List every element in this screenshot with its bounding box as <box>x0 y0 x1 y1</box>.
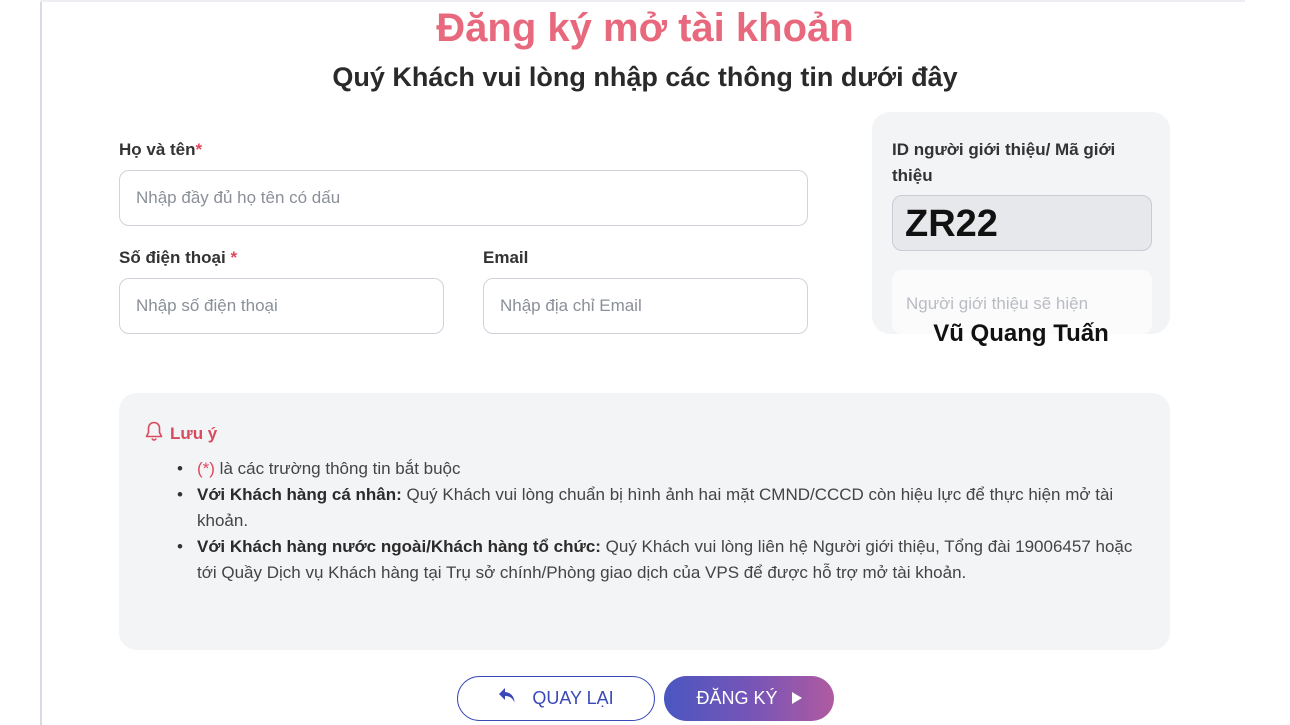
email-label-text: Email <box>483 248 529 267</box>
note-item-heading: Với Khách hàng nước ngoài/Khách hàng tổ … <box>197 537 601 556</box>
email-input[interactable] <box>483 278 808 334</box>
page-subtitle: Quý Khách vui lòng nhập các thông tin dư… <box>332 62 958 92</box>
note-item: Với Khách hàng cá nhân: Quý Khách vui lò… <box>177 482 1152 534</box>
note-title-text: Lưu ý <box>170 423 218 443</box>
required-marker-note: (*) <box>197 459 215 478</box>
note-list: (*) là các trường thông tin bắt buộc Với… <box>177 456 1152 586</box>
back-button[interactable]: QUAY LẠI <box>457 676 655 721</box>
full-name-label-text: Họ và tên <box>119 140 196 159</box>
referrer-name: Vũ Quang Tuấn <box>933 320 1109 347</box>
page-title: Đăng ký mở tài khoản <box>436 6 854 50</box>
play-triangle-icon <box>791 688 802 709</box>
note-item-heading: Với Khách hàng cá nhân: <box>197 485 402 504</box>
bell-icon <box>144 420 164 447</box>
page-top-border <box>40 0 1245 2</box>
phone-input[interactable] <box>119 278 444 334</box>
note-title: Lưu ý <box>144 420 217 447</box>
full-name-label: Họ và tên* <box>119 140 202 160</box>
page-left-border <box>40 0 42 725</box>
referrer-code-field[interactable]: ZR22 <box>892 195 1152 251</box>
phone-label: Số điện thoại * <box>119 248 237 268</box>
required-marker: * <box>230 248 238 267</box>
full-name-input[interactable] <box>119 170 808 226</box>
back-button-label: QUAY LẠI <box>532 688 614 708</box>
note-item: (*) là các trường thông tin bắt buộc <box>177 456 1152 482</box>
register-button-label: ĐĂNG KÝ <box>696 688 778 708</box>
phone-label-text: Số điện thoại <box>119 248 226 267</box>
referrer-id-label: ID người giới thiệu/ Mã giới thiệu <box>892 140 1116 185</box>
email-label: Email <box>483 248 528 268</box>
register-button[interactable]: ĐĂNG KÝ <box>664 676 834 721</box>
note-item-text: là các trường thông tin bắt buộc <box>214 459 461 478</box>
reply-arrow-icon <box>498 687 518 710</box>
required-marker: * <box>195 140 203 159</box>
note-item: Với Khách hàng nước ngoài/Khách hàng tổ … <box>177 534 1152 586</box>
